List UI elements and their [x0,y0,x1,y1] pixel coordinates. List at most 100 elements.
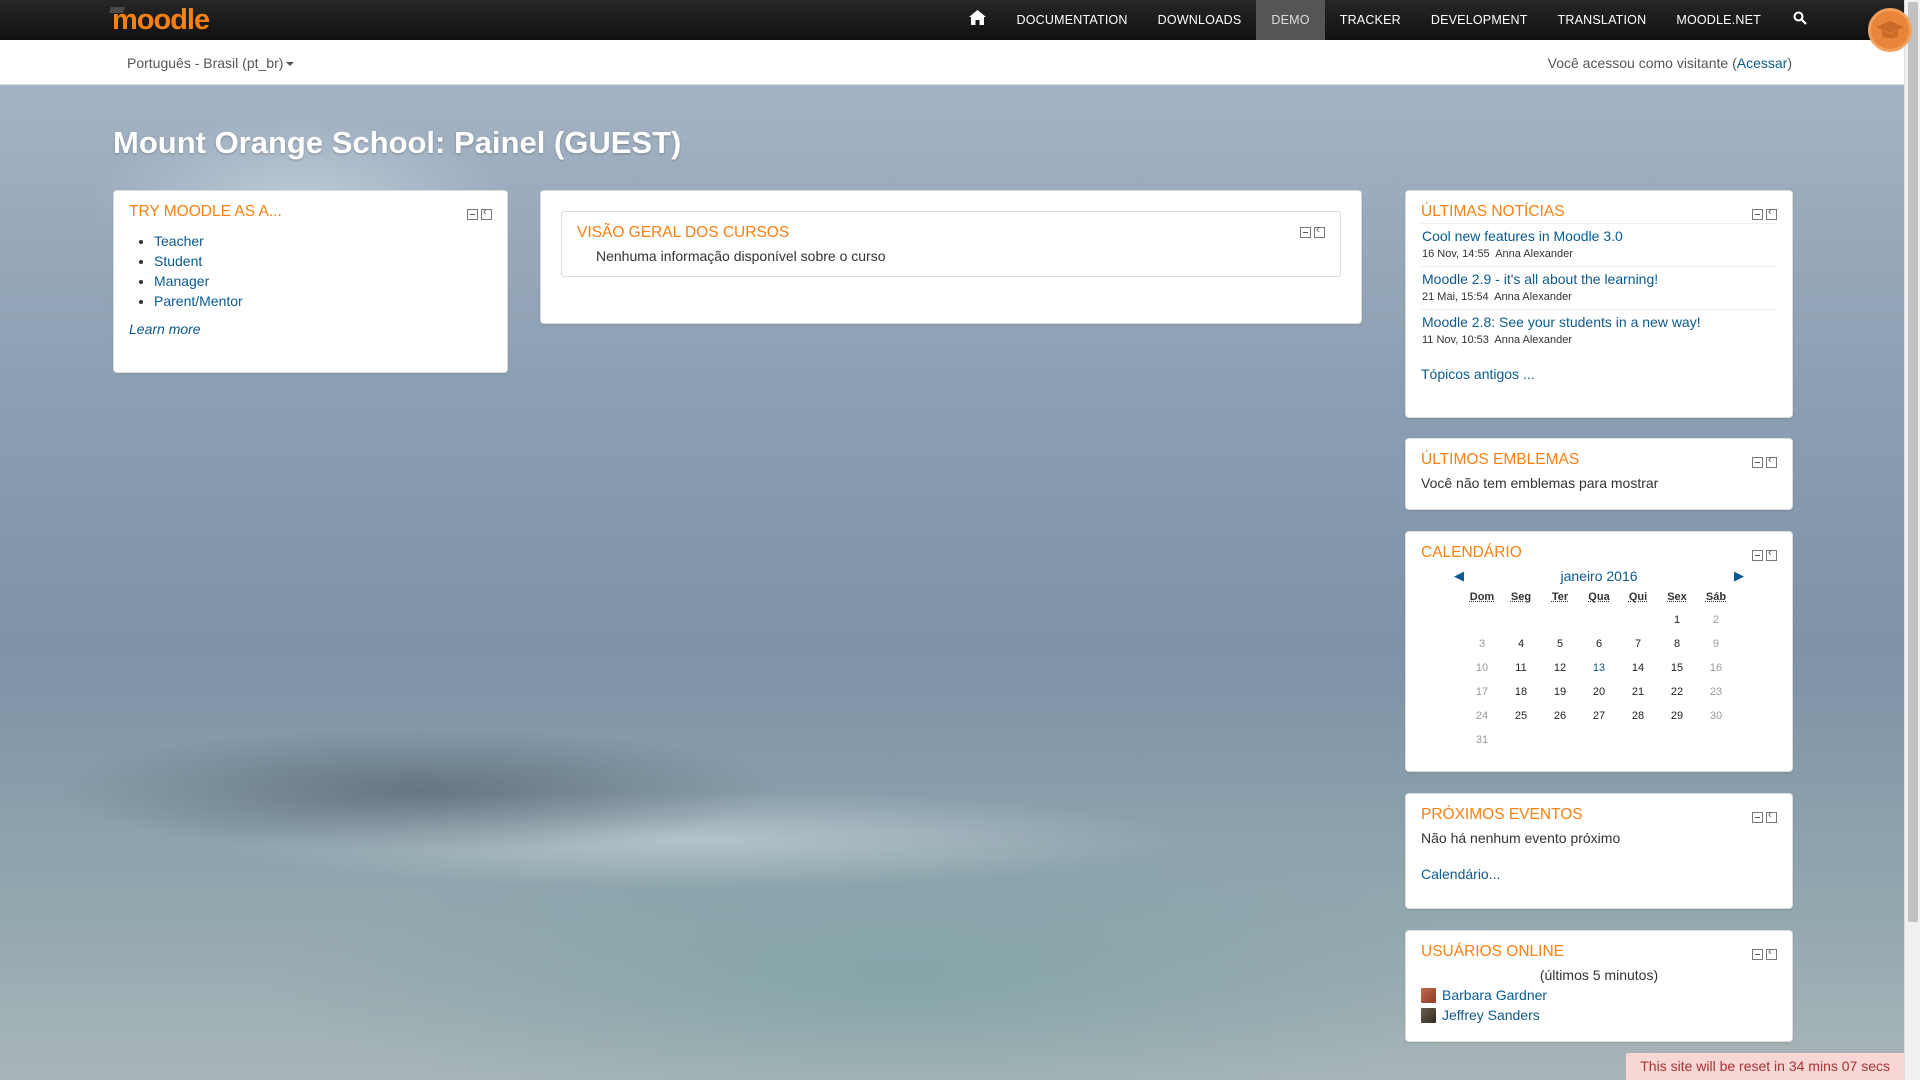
news-title-link[interactable]: Moodle 2.9 - it's all about the learning… [1422,271,1658,287]
older-topics-link[interactable]: Tópicos antigos ... [1421,366,1777,382]
dock-block-icon[interactable] [1766,454,1777,468]
calendar-day[interactable]: 21 [1619,680,1658,704]
home-icon[interactable] [953,0,1001,40]
calendar-link[interactable]: Calendário... [1421,866,1777,882]
calendar-day[interactable]: 4 [1502,632,1541,656]
calendar-block: CALENDÁRIO ◀ janeiro 2016 ▶ Dom Seg Ter Qua… [1405,531,1793,772]
news-meta: 11 Nov, 10:53 Anna Alexander [1422,332,1776,348]
calendar-day[interactable]: 3 [1463,632,1502,656]
calendar-day[interactable]: 28 [1619,704,1658,728]
calendar-month-link[interactable]: janeiro 2016 [1560,568,1637,584]
user-link[interactable]: Barbara Gardner [1442,985,1547,1005]
language-label: Português - Brasil (pt_br) [127,55,284,71]
dock-block-icon[interactable] [1314,224,1325,238]
news-date: 21 Mai, 15:54 [1422,291,1489,303]
calendar-day[interactable]: 12 [1541,656,1580,680]
calendar-day[interactable]: 31 [1463,728,1502,752]
calendar-header: ◀ janeiro 2016 ▶ [1454,568,1744,584]
block-title: ÚLTIMOS EMBLEMAS [1421,451,1580,468]
hide-block-icon[interactable] [1300,227,1311,238]
calendar-week: 17 18 19 20 21 22 23 [1463,680,1736,704]
latest-badges-block: ÚLTIMOS EMBLEMAS Você não tem emblemas p… [1405,438,1793,510]
calendar-day[interactable]: 20 [1580,680,1619,704]
page-scrollbar[interactable] [1904,0,1920,1080]
news-title-link[interactable]: Moodle 2.8: See your students in a new w… [1422,314,1701,330]
next-month-icon[interactable]: ▶ [1734,568,1744,584]
dock-block-icon[interactable] [1766,547,1777,561]
login-link[interactable]: Acessar [1737,55,1788,71]
nav-downloads[interactable]: DOWNLOADS [1143,0,1257,40]
calendar-day[interactable]: 19 [1541,680,1580,704]
badges-message: Você não tem emblemas para mostrar [1421,475,1659,491]
block-title: TRY MOODLE AS A... [129,203,282,220]
dock-block-icon[interactable] [1766,809,1777,823]
hide-block-icon[interactable] [1752,550,1763,561]
reset-notice: This site will be reset in 34 mins 07 se… [1626,1053,1904,1080]
calendar-day[interactable]: 11 [1502,656,1541,680]
hide-block-icon[interactable] [1752,209,1763,220]
block-title: USUÁRIOS ONLINE [1421,943,1564,960]
hide-block-icon[interactable] [1752,812,1763,823]
calendar-day[interactable]: 1 [1658,608,1697,632]
online-user: Jeffrey Sanders [1421,1005,1777,1025]
calendar-day[interactable]: 8 [1658,632,1697,656]
nav-documentation[interactable]: DOCUMENTATION [1001,0,1142,40]
role-link-manager[interactable]: Manager [154,273,209,289]
calendar-day[interactable]: 18 [1502,680,1541,704]
login-suffix: ) [1787,55,1792,71]
block-controls [1752,809,1777,823]
dock-block-icon[interactable] [1766,946,1777,960]
logo-cap-icon [108,7,126,13]
calendar-day[interactable]: 15 [1658,656,1697,680]
try-moodle-block: TRY MOODLE AS A... Teacher Student Manag… [113,190,508,373]
role-link-student[interactable]: Student [154,253,202,269]
user-link[interactable]: Jeffrey Sanders [1442,1005,1540,1025]
role-link-parent-mentor[interactable]: Parent/Mentor [154,293,243,309]
calendar-day[interactable]: 16 [1697,656,1736,680]
block-title: VISÃO GERAL DOS CURSOS [577,224,790,241]
calendar-day[interactable]: 24 [1463,704,1502,728]
calendar-day[interactable]: 10 [1463,656,1502,680]
search-icon[interactable] [1776,0,1824,40]
block-title: PRÓXIMOS EVENTOS [1421,806,1583,823]
calendar-day[interactable]: 2 [1697,608,1736,632]
online-users-block: USUÁRIOS ONLINE (últimos 5 minutos) Barb… [1405,930,1793,1042]
online-subtitle: (últimos 5 minutos) [1539,967,1659,983]
calendar-day[interactable]: 6 [1580,632,1619,656]
calendar-day[interactable]: 25 [1502,704,1541,728]
calendar-day[interactable]: 13 [1580,656,1619,680]
dock-block-icon[interactable] [481,206,492,220]
nav-tracker[interactable]: TRACKER [1325,0,1416,40]
hide-block-icon[interactable] [1752,949,1763,960]
calendar-day[interactable]: 29 [1658,704,1697,728]
nav-demo[interactable]: DEMO [1256,0,1325,40]
news-title-link[interactable]: Cool new features in Moodle 3.0 [1422,228,1623,244]
moodle-logo[interactable]: moodle [108,4,210,36]
block-title: ÚLTIMAS NOTÍCIAS [1421,203,1565,220]
graduation-cap-icon[interactable] [1868,8,1912,52]
calendar-day[interactable]: 5 [1541,632,1580,656]
hide-block-icon[interactable] [467,209,478,220]
calendar-day[interactable]: 22 [1658,680,1697,704]
list-item: Teacher [154,231,492,251]
calendar-day[interactable]: 27 [1580,704,1619,728]
nav-moodle-net[interactable]: MOODLE.NET [1661,0,1776,40]
calendar-day[interactable]: 17 [1463,680,1502,704]
hide-block-icon[interactable] [1752,457,1763,468]
role-link-teacher[interactable]: Teacher [154,233,204,249]
calendar-day[interactable]: 23 [1697,680,1736,704]
nav-development[interactable]: DEVELOPMENT [1416,0,1543,40]
dock-block-icon[interactable] [1766,206,1777,220]
scrollbar-thumb[interactable] [1908,2,1918,922]
prev-month-icon[interactable]: ◀ [1454,568,1464,584]
calendar-day[interactable]: 7 [1619,632,1658,656]
learn-more-link[interactable]: Learn more [129,321,492,337]
calendar-day[interactable]: 26 [1541,704,1580,728]
language-menu[interactable]: Português - Brasil (pt_br) [127,55,295,71]
nav-translation[interactable]: TRANSLATION [1543,0,1662,40]
calendar-week: 31 [1463,728,1736,752]
calendar-day[interactable]: 9 [1697,632,1736,656]
news-item: Cool new features in Moodle 3.0 16 Nov, … [1421,223,1777,267]
calendar-day[interactable]: 14 [1619,656,1658,680]
calendar-day[interactable]: 30 [1697,704,1736,728]
